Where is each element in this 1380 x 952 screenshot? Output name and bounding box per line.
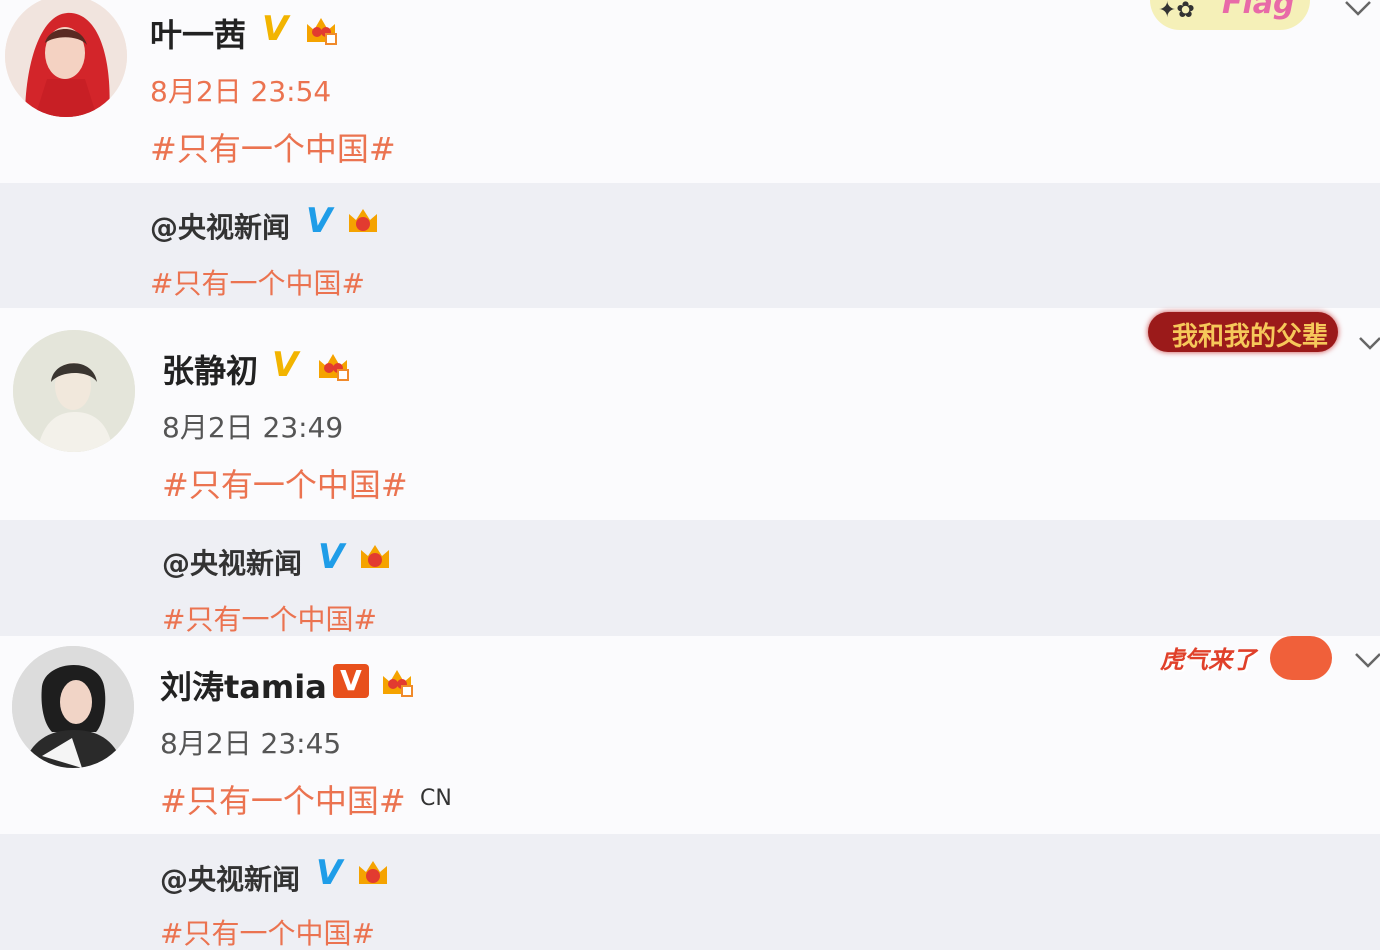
crown-badge-icon <box>361 545 389 568</box>
red-envelope-icon <box>1270 636 1332 680</box>
repost-topic-link[interactable]: #只有一个中国# <box>160 912 375 952</box>
repost-topic-link[interactable]: #只有一个中国# <box>150 262 365 302</box>
repost-topic-link[interactable]: #只有一个中国# <box>162 598 377 638</box>
post-time: 8月2日 23:49 <box>162 411 344 444</box>
topic-link[interactable]: #只有一个中国# <box>160 776 406 822</box>
crown-badge-icon <box>383 670 413 697</box>
topic-link[interactable]: #只有一个中国# <box>150 124 396 170</box>
sparkle-icon: ✦✿ <box>1158 0 1195 23</box>
gold-v-icon: V <box>272 345 299 385</box>
avatar[interactable] <box>5 0 127 117</box>
cn-label: CN <box>420 786 452 811</box>
chevron-down-icon[interactable] <box>1354 652 1380 670</box>
crown-badge-icon <box>359 861 387 884</box>
username[interactable]: 叶一茜 <box>150 10 246 56</box>
username[interactable]: 刘涛tamia <box>160 662 327 708</box>
blue-v-icon: V <box>316 853 343 893</box>
crown-badge-icon <box>307 18 337 45</box>
post-time: 8月2日 23:54 <box>150 75 332 108</box>
red-v-icon: V <box>333 664 369 698</box>
flag-decoration: Flag ✦✿ <box>1150 0 1310 30</box>
avatar[interactable] <box>13 330 135 452</box>
decoration-label: 虎气来了 <box>1160 646 1256 674</box>
post-time: 8月2日 23:45 <box>160 727 342 760</box>
decoration-label: 我和我的父辈 <box>1172 322 1329 352</box>
gold-v-icon: V <box>262 9 289 49</box>
username[interactable]: 张静初 <box>162 346 258 392</box>
blue-v-icon: V <box>318 537 345 577</box>
crown-badge-icon <box>349 209 377 232</box>
repost-username[interactable]: @央视新闻 <box>160 858 300 898</box>
tiger-banner-decoration: 虎气来了 <box>1158 636 1338 684</box>
repost-username[interactable]: @央视新闻 <box>162 542 302 582</box>
chevron-down-icon[interactable] <box>1358 336 1380 354</box>
topic-link[interactable]: #只有一个中国# <box>162 460 408 506</box>
crown-badge-icon <box>319 354 349 381</box>
movie-banner-decoration: 我和我的父辈 <box>1148 312 1338 352</box>
avatar[interactable] <box>12 646 134 768</box>
chevron-down-icon[interactable] <box>1344 0 1372 18</box>
repost-username[interactable]: @央视新闻 <box>150 206 290 246</box>
blue-v-icon: V <box>306 201 333 241</box>
decoration-label: Flag <box>1222 0 1295 21</box>
